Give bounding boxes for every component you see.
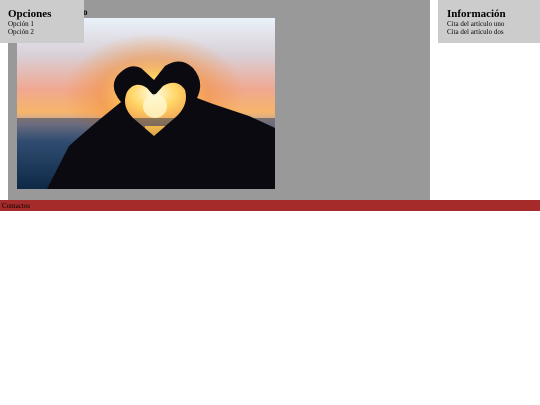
option-item-1[interactable]: Opción 1 [8, 20, 34, 28]
info-panel: Información Cita del artículo uno Cita d… [438, 0, 540, 43]
info-title: Información [447, 8, 506, 20]
footer-bar: Contactos [0, 200, 540, 211]
options-title: Opciones [8, 8, 52, 20]
citation-item-2: Cita del artículo dos [447, 28, 504, 36]
citation-list: Cita del artículo uno Cita del artículo … [447, 20, 504, 36]
heart-hands-sunset-photo [17, 18, 275, 189]
options-list: Opción 1 Opción 2 [8, 20, 34, 36]
citation-item-1: Cita del artículo uno [447, 20, 505, 28]
option-item-2[interactable]: Opción 2 [8, 28, 34, 36]
options-panel: Opciones Opción 1 Opción 2 [0, 0, 84, 43]
footer-contacts-link[interactable]: Contactos [2, 202, 30, 210]
